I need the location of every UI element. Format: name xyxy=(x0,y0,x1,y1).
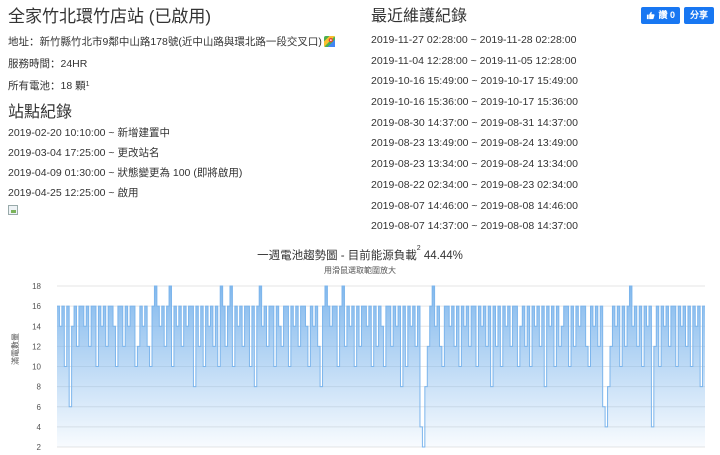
service-hours-line: 服務時間：24HR xyxy=(8,58,358,71)
battery-count-value: 18 顆 xyxy=(60,80,86,92)
like-label: 讚 0 xyxy=(658,10,675,20)
y-tick-label: 4 xyxy=(37,423,42,432)
station-info-panel: 全家竹北環竹店站 (已啟用) 地址：新竹縣竹北市9鄰中山路178號(近中山路與環… xyxy=(8,6,358,215)
station-records-list: 2019-02-20 10:10:00 ~ 新增建置中 2019-03-04 17… xyxy=(8,127,358,207)
maintenance-record-item: 2019-08-07 14:37:00 ~ 2019-08-08 14:37:0… xyxy=(371,220,578,233)
maintenance-list: 2019-11-27 02:28:00 ~ 2019-11-28 02:28:0… xyxy=(371,34,621,241)
address-line: 地址：新竹縣竹北市9鄰中山路178號(近中山路與環北路一段交叉口) xyxy=(8,36,358,49)
battery-count-label: 所有電池： xyxy=(8,80,61,92)
page-title: 全家竹北環竹店站 (已啟用) xyxy=(8,7,212,26)
thumbs-up-icon xyxy=(647,11,655,20)
maintenance-record-item: 2019-08-23 13:34:00 ~ 2019-08-24 13:34:0… xyxy=(371,158,578,171)
station-records-title: 站點紀錄 xyxy=(8,104,73,121)
station-record-item: 2019-03-04 17:25:00 ~ 更改站名 xyxy=(8,147,160,159)
address-value: 新竹縣竹北市9鄰中山路178號(近中山路與環北路一段交叉口) xyxy=(39,36,322,48)
y-tick-label: 18 xyxy=(32,282,41,291)
address-label: 地址： xyxy=(8,36,40,48)
like-button[interactable]: 讚 0 xyxy=(641,7,680,24)
chart-subtitle: 用滑鼠選取範圍放大 xyxy=(324,266,396,275)
battery-trend-chart[interactable]: 一週電池趨勢圖 - 目前能源負載2 44.44% 用滑鼠選取範圍放大 滿電數量 … xyxy=(0,240,720,455)
y-tick-label: 12 xyxy=(32,342,41,351)
maintenance-record-item: 2019-08-22 02:34:00 ~ 2019-08-23 02:34:0… xyxy=(371,178,578,191)
y-tick-label: 6 xyxy=(37,403,42,412)
maintenance-record-item: 2019-08-07 14:46:00 ~ 2019-08-08 14:46:0… xyxy=(371,199,578,212)
footnote-1[interactable]: 1 xyxy=(86,81,90,88)
maintenance-title: 最近維護紀錄 xyxy=(371,8,468,25)
chart-title: 一週電池趨勢圖 - 目前能源負載2 44.44% xyxy=(0,245,720,263)
google-maps-icon[interactable] xyxy=(323,36,335,47)
chart-title-text: 一週電池趨勢圖 - 目前能源負載 xyxy=(257,250,417,262)
chart-plot[interactable]: 2 4 6 8 10 12 14 16 18 xyxy=(0,278,720,455)
maintenance-panel: 最近維護紀錄 2019-11-27 02:28:00 ~ 2019-11-28 … xyxy=(371,6,621,241)
maintenance-record-item: 2019-11-27 02:28:00 ~ 2019-11-28 02:28:0… xyxy=(371,34,577,46)
service-hours-value: 24HR xyxy=(60,58,88,70)
station-record-item: 2019-04-25 12:25:00 ~ 啟用 xyxy=(8,187,139,199)
station-record-item: 2019-02-20 10:10:00 ~ 新增建置中 xyxy=(8,127,170,139)
share-button[interactable]: 分享 xyxy=(683,7,714,24)
maintenance-record-item: 2019-11-04 12:28:00 ~ 2019-11-05 12:28:0… xyxy=(371,54,577,67)
chart-title-value: 44.44% xyxy=(423,250,463,262)
maintenance-record-item: 2019-10-16 15:36:00 ~ 2019-10-17 15:36:0… xyxy=(371,96,578,109)
y-tick-label: 14 xyxy=(32,322,41,331)
service-hours-label: 服務時間： xyxy=(8,58,61,70)
maintenance-record-item: 2019-08-23 13:49:00 ~ 2019-08-24 13:49:0… xyxy=(371,137,578,150)
broken-image-icon xyxy=(8,205,18,215)
y-tick-label: 16 xyxy=(32,302,41,311)
battery-count-line: 所有電池：18 顆1 xyxy=(8,80,358,93)
y-tick-label: 10 xyxy=(32,363,41,372)
maintenance-record-item: 2019-08-30 14:37:00 ~ 2019-08-31 14:37:0… xyxy=(371,116,578,129)
social-toolbar: 讚 0 分享 xyxy=(641,7,714,24)
y-tick-label: 8 xyxy=(37,383,42,392)
station-record-item: 2019-04-09 01:30:00 ~ 狀態變更為 100 (即將啟用) xyxy=(8,167,243,179)
y-tick-label: 2 xyxy=(37,443,42,452)
maintenance-record-item: 2019-10-16 15:49:00 ~ 2019-10-17 15:49:0… xyxy=(371,75,578,88)
footnote-2[interactable]: 2 xyxy=(417,245,421,252)
